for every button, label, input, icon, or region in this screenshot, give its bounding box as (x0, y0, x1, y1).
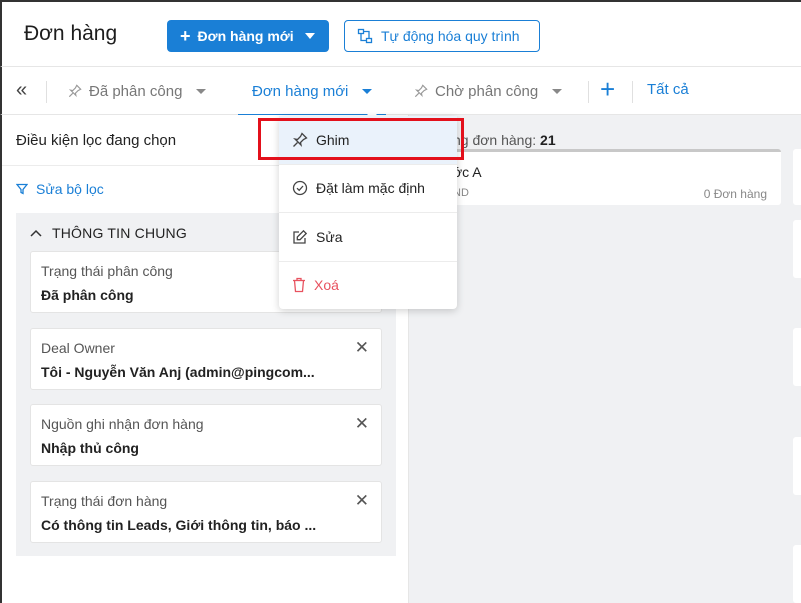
edit-filter-link[interactable]: Sửa bộ lọc (16, 181, 104, 197)
menu-item-set-default[interactable]: Đặt làm mặc định (279, 164, 457, 212)
tab-assigned[interactable]: Đã phân công (68, 67, 207, 115)
column-header-label: ng đơn hàng: (453, 132, 537, 148)
kanban-board: ng đơn hàng: 21 ớc A ND 0 Đơn hàng (409, 115, 801, 603)
close-icon[interactable]: ✕ (355, 414, 369, 434)
filter-condition-card[interactable]: Nguồn ghi nhận đơn hàng Nhập thủ công ✕ (30, 404, 382, 466)
next-column-edge (793, 545, 801, 603)
section-toggle[interactable]: THÔNG TIN CHUNG (30, 225, 187, 241)
collapse-panel-icon[interactable]: « (16, 79, 27, 102)
pin-icon (414, 84, 428, 98)
next-column-edge (793, 328, 801, 386)
menu-item-label: Sửa (316, 229, 343, 245)
edit-icon (293, 229, 308, 244)
plus-icon: + (180, 26, 191, 46)
workflow-icon (357, 28, 373, 44)
chevron-up-icon (30, 229, 42, 237)
tab-label: Đơn hàng mới (252, 82, 349, 100)
condition-label: Deal Owner (41, 340, 115, 356)
filter-icon (16, 183, 28, 195)
new-order-button[interactable]: + Đơn hàng mới (167, 20, 329, 52)
caret-down-icon[interactable] (196, 88, 207, 94)
condition-value: Tôi - Nguyễn Văn Anj (admin@pingcom... (41, 364, 315, 380)
page-title: Đơn hàng (24, 22, 118, 45)
menu-item-label: Đặt làm mặc định (316, 180, 425, 196)
tab-pending-assignment[interactable]: Chờ phân công (414, 67, 563, 115)
edit-filter-label: Sửa bộ lọc (36, 181, 104, 197)
new-order-button-label: Đơn hàng mới (197, 28, 294, 44)
column-header: ng đơn hàng: 21 (453, 132, 556, 148)
trash-icon (293, 277, 305, 293)
caret-down-icon[interactable] (552, 88, 563, 94)
column-order-count: 21 (540, 132, 556, 148)
highlight-annotation (258, 118, 464, 160)
add-view-icon[interactable]: + (600, 76, 615, 102)
filter-condition-card[interactable]: Deal Owner Tôi - Nguyễn Văn Anj (admin@p… (30, 328, 382, 390)
next-column-edge (793, 220, 801, 278)
all-views-link[interactable]: Tất cả (647, 81, 689, 98)
automation-button-label: Tự động hóa quy trình (381, 28, 520, 44)
pin-icon (68, 84, 82, 98)
tab-label: Đã phân công (89, 82, 183, 100)
menu-item-label: Xoá (314, 277, 339, 293)
condition-value: Đã phân công (41, 287, 134, 303)
tab-new-orders[interactable]: Đơn hàng mới (238, 67, 387, 116)
check-circle-icon (292, 180, 308, 196)
caret-down-icon[interactable] (305, 33, 315, 39)
stage-name: ớc A (453, 164, 482, 180)
top-header: Đơn hàng + Đơn hàng mới Tự động hóa quy … (0, 0, 801, 66)
condition-label: Trạng thái phân công (41, 263, 173, 279)
condition-value: Có thông tin Leads, Giới thông tin, báo … (41, 517, 317, 533)
condition-value: Nhập thủ công (41, 440, 139, 456)
close-icon[interactable]: ✕ (355, 491, 369, 511)
stage-order-count: 0 Đơn hàng (703, 187, 767, 201)
tab-divider (632, 81, 633, 103)
caret-down-icon[interactable] (362, 88, 373, 94)
tab-divider (588, 81, 589, 103)
tab-divider (46, 81, 47, 103)
menu-item-edit[interactable]: Sửa (279, 213, 457, 261)
next-column-edge (793, 437, 801, 495)
menu-item-delete[interactable]: Xoá (279, 261, 457, 309)
filter-condition-card[interactable]: Trạng thái đơn hàng Có thông tin Leads, … (30, 481, 382, 543)
section-title: THÔNG TIN CHUNG (52, 225, 187, 241)
stage-card[interactable]: ớc A ND 0 Đơn hàng (423, 149, 781, 205)
filter-panel-title: Điều kiện lọc đang chọn (16, 132, 177, 149)
condition-label: Trạng thái đơn hàng (41, 493, 168, 509)
next-column-edge (793, 149, 801, 205)
automation-button[interactable]: Tự động hóa quy trình (344, 20, 540, 52)
close-icon[interactable]: ✕ (355, 338, 369, 358)
tab-label: Chờ phân công (435, 82, 539, 100)
view-tabs-bar: « Đã phân công Đơn hàng mới Chờ phân côn… (0, 66, 801, 116)
condition-label: Nguồn ghi nhận đơn hàng (41, 416, 204, 432)
